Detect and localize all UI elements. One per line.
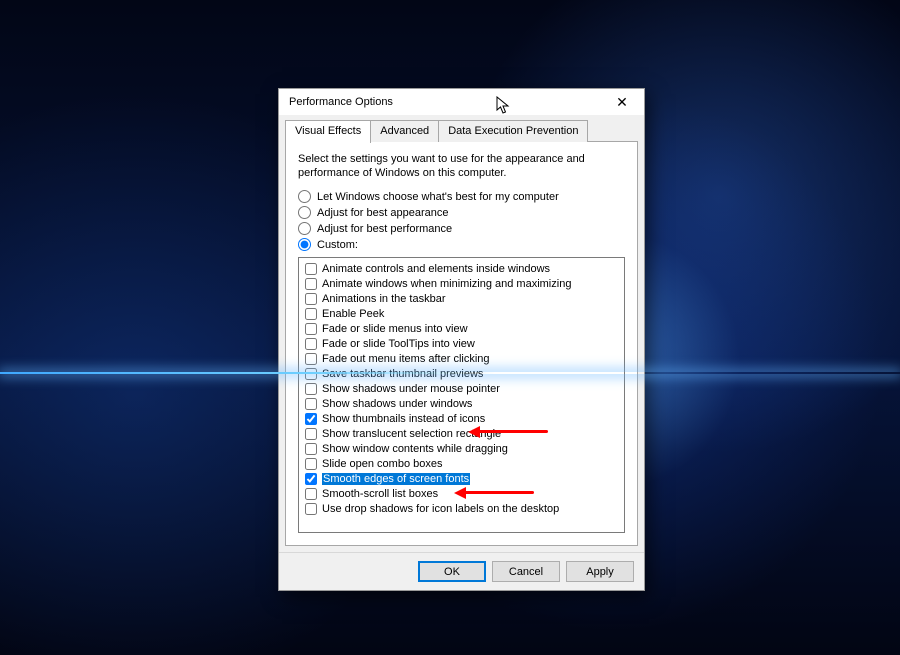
- titlebar[interactable]: Performance Options ✕: [279, 89, 644, 115]
- description-text: Select the settings you want to use for …: [298, 152, 625, 180]
- dialog-title: Performance Options: [289, 96, 606, 108]
- option-row[interactable]: Animations in the taskbar: [302, 291, 621, 306]
- option-checkbox[interactable]: [305, 473, 317, 485]
- radio-label: Adjust for best appearance: [317, 207, 448, 219]
- option-row[interactable]: Slide open combo boxes: [302, 456, 621, 471]
- option-checkbox[interactable]: [305, 428, 317, 440]
- option-checkbox[interactable]: [305, 353, 317, 365]
- option-checkbox[interactable]: [305, 398, 317, 410]
- option-label: Show translucent selection rectangle: [322, 428, 501, 440]
- ok-button[interactable]: OK: [418, 561, 486, 582]
- option-row[interactable]: Smooth-scroll list boxes: [302, 486, 621, 501]
- option-label: Show window contents while dragging: [322, 443, 508, 455]
- option-checkbox[interactable]: [305, 263, 317, 275]
- radio-input[interactable]: [298, 190, 311, 203]
- option-label: Show shadows under windows: [322, 398, 472, 410]
- option-row[interactable]: Animate controls and elements inside win…: [302, 261, 621, 276]
- performance-options-dialog: Performance Options ✕ Visual Effects Adv…: [278, 88, 645, 591]
- radio-input[interactable]: [298, 238, 311, 251]
- option-label: Fade or slide menus into view: [322, 323, 468, 335]
- option-row[interactable]: Save taskbar thumbnail previews: [302, 366, 621, 381]
- radio-best-performance[interactable]: Adjust for best performance: [298, 222, 625, 235]
- option-row[interactable]: Show shadows under windows: [302, 396, 621, 411]
- option-row[interactable]: Animate windows when minimizing and maxi…: [302, 276, 621, 291]
- visual-effects-listbox[interactable]: Animate controls and elements inside win…: [298, 257, 625, 533]
- option-row[interactable]: Fade out menu items after clicking: [302, 351, 621, 366]
- desktop-wallpaper: Performance Options ✕ Visual Effects Adv…: [0, 0, 900, 655]
- option-checkbox[interactable]: [305, 308, 317, 320]
- cancel-button[interactable]: Cancel: [492, 561, 560, 582]
- tab-strip: Visual Effects Advanced Data Execution P…: [285, 119, 638, 142]
- option-label: Fade or slide ToolTips into view: [322, 338, 475, 350]
- option-row[interactable]: Show window contents while dragging: [302, 441, 621, 456]
- option-label: Smooth-scroll list boxes: [322, 488, 438, 500]
- tab-dep[interactable]: Data Execution Prevention: [438, 120, 588, 142]
- option-row[interactable]: Smooth edges of screen fonts: [302, 471, 621, 486]
- radio-let-windows-choose[interactable]: Let Windows choose what's best for my co…: [298, 190, 625, 203]
- option-label: Save taskbar thumbnail previews: [322, 368, 483, 380]
- option-row[interactable]: Show shadows under mouse pointer: [302, 381, 621, 396]
- option-row[interactable]: Show translucent selection rectangle: [302, 426, 621, 441]
- radio-input[interactable]: [298, 206, 311, 219]
- radio-label: Custom:: [317, 239, 358, 251]
- option-row[interactable]: Use drop shadows for icon labels on the …: [302, 501, 621, 516]
- option-checkbox[interactable]: [305, 443, 317, 455]
- option-checkbox[interactable]: [305, 338, 317, 350]
- option-row[interactable]: Fade or slide menus into view: [302, 321, 621, 336]
- radio-label: Adjust for best performance: [317, 223, 452, 235]
- radio-input[interactable]: [298, 222, 311, 235]
- option-label: Smooth edges of screen fonts: [322, 473, 470, 485]
- option-label: Fade out menu items after clicking: [322, 353, 490, 365]
- option-checkbox[interactable]: [305, 458, 317, 470]
- option-label: Show shadows under mouse pointer: [322, 383, 500, 395]
- option-checkbox[interactable]: [305, 503, 317, 515]
- option-label: Enable Peek: [322, 308, 384, 320]
- option-label: Animate windows when minimizing and maxi…: [322, 278, 571, 290]
- option-label: Animate controls and elements inside win…: [322, 263, 550, 275]
- option-checkbox[interactable]: [305, 278, 317, 290]
- tab-advanced[interactable]: Advanced: [370, 120, 439, 142]
- option-checkbox[interactable]: [305, 413, 317, 425]
- radio-label: Let Windows choose what's best for my co…: [317, 191, 559, 203]
- option-row[interactable]: Enable Peek: [302, 306, 621, 321]
- option-row[interactable]: Show thumbnails instead of icons: [302, 411, 621, 426]
- option-checkbox[interactable]: [305, 383, 317, 395]
- option-label: Slide open combo boxes: [322, 458, 442, 470]
- tab-visual-effects[interactable]: Visual Effects: [285, 120, 371, 143]
- option-checkbox[interactable]: [305, 488, 317, 500]
- option-label: Animations in the taskbar: [322, 293, 446, 305]
- option-row[interactable]: Fade or slide ToolTips into view: [302, 336, 621, 351]
- radio-best-appearance[interactable]: Adjust for best appearance: [298, 206, 625, 219]
- option-label: Show thumbnails instead of icons: [322, 413, 485, 425]
- option-checkbox[interactable]: [305, 323, 317, 335]
- close-icon[interactable]: ✕: [606, 93, 638, 111]
- option-checkbox[interactable]: [305, 368, 317, 380]
- dialog-button-bar: OK Cancel Apply: [279, 552, 644, 590]
- option-checkbox[interactable]: [305, 293, 317, 305]
- tab-page-visual-effects: Select the settings you want to use for …: [285, 142, 638, 546]
- option-label: Use drop shadows for icon labels on the …: [322, 503, 559, 515]
- radio-custom[interactable]: Custom:: [298, 238, 625, 251]
- apply-button[interactable]: Apply: [566, 561, 634, 582]
